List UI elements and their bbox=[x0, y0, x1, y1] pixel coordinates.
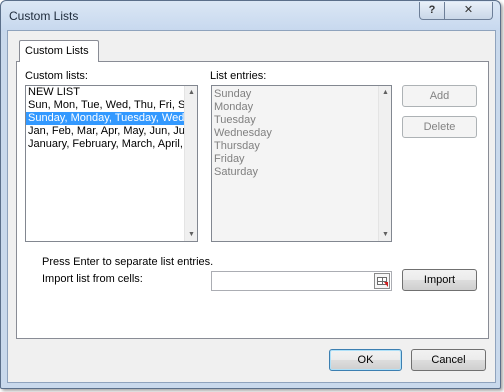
custom-lists-label: Custom lists: bbox=[25, 70, 88, 82]
custom-list-item[interactable]: Jan, Feb, Mar, Apr, May, Jun, Jul, Aug, … bbox=[26, 125, 197, 138]
custom-lists-items: NEW LIST Sun, Mon, Tue, Wed, Thu, Fri, Sa… bbox=[26, 86, 197, 151]
cancel-button[interactable]: Cancel bbox=[411, 349, 486, 371]
title-bar[interactable]: Custom Lists ? ✕ bbox=[1, 1, 500, 31]
custom-lists-listbox[interactable]: NEW LIST Sun, Mon, Tue, Wed, Thu, Fri, Sa… bbox=[25, 85, 198, 242]
custom-list-item[interactable]: NEW LIST bbox=[26, 86, 197, 99]
list-entry-item: Monday bbox=[214, 101, 254, 113]
custom-list-item[interactable]: Sun, Mon, Tue, Wed, Thu, Fri, Sat bbox=[26, 99, 197, 112]
scroll-down-arrow-icon[interactable]: ▼ bbox=[185, 228, 197, 241]
custom-list-item[interactable]: January, February, March, April, May, Ju… bbox=[26, 138, 197, 151]
ok-button[interactable]: OK bbox=[329, 349, 402, 371]
hint-text: Press Enter to separate list entries. bbox=[42, 256, 214, 268]
tab-custom-lists[interactable]: Custom Lists bbox=[19, 40, 99, 62]
list-entry-item: Saturday bbox=[214, 166, 259, 178]
help-button[interactable]: ? bbox=[419, 2, 445, 20]
list-entry-item: Tuesday bbox=[214, 114, 256, 126]
delete-button[interactable]: Delete bbox=[402, 116, 477, 138]
list-entry-item: Thursday bbox=[214, 140, 260, 152]
close-button[interactable]: ✕ bbox=[445, 2, 493, 20]
add-button[interactable]: Add bbox=[402, 85, 477, 107]
scroll-up-arrow-icon[interactable]: ▲ bbox=[185, 86, 197, 99]
custom-list-item[interactable]: Sunday, Monday, Tuesday, Wednesday, Thur… bbox=[26, 112, 197, 125]
list-entry-item: Sunday bbox=[214, 88, 252, 100]
list-entries-label: List entries: bbox=[210, 70, 267, 82]
import-range-input[interactable] bbox=[211, 271, 392, 291]
list-entry-item: Friday bbox=[214, 153, 245, 165]
list-entries-textbox[interactable]: Sunday Monday Tuesday Wednesday Thursday Frid… bbox=[211, 85, 392, 242]
list-entry-item: Wednesday bbox=[214, 127, 272, 139]
list-entries-items: Sunday Monday Tuesday Wednesday Thursday Frid… bbox=[212, 86, 391, 179]
scroll-down-arrow-icon[interactable]: ▼ bbox=[379, 228, 391, 241]
import-button[interactable]: Import bbox=[402, 269, 477, 291]
dialog-body: Custom Lists Custom lists: NEW LIST Sun, … bbox=[7, 30, 496, 383]
custom-lists-scrollbar[interactable]: ▲ ▼ bbox=[184, 86, 197, 241]
tab-panel: Custom lists: NEW LIST Sun, Mon, Tue, Wed… bbox=[16, 61, 489, 339]
import-label: Import list from cells: bbox=[42, 273, 143, 285]
list-entries-scrollbar[interactable]: ▲ ▼ bbox=[378, 86, 391, 241]
custom-lists-dialog: Custom Lists ? ✕ Custom Lists Custom lis… bbox=[0, 0, 501, 389]
range-select-icon[interactable] bbox=[374, 273, 390, 289]
scroll-up-arrow-icon[interactable]: ▲ bbox=[379, 86, 391, 99]
window-title: Custom Lists bbox=[9, 9, 79, 23]
